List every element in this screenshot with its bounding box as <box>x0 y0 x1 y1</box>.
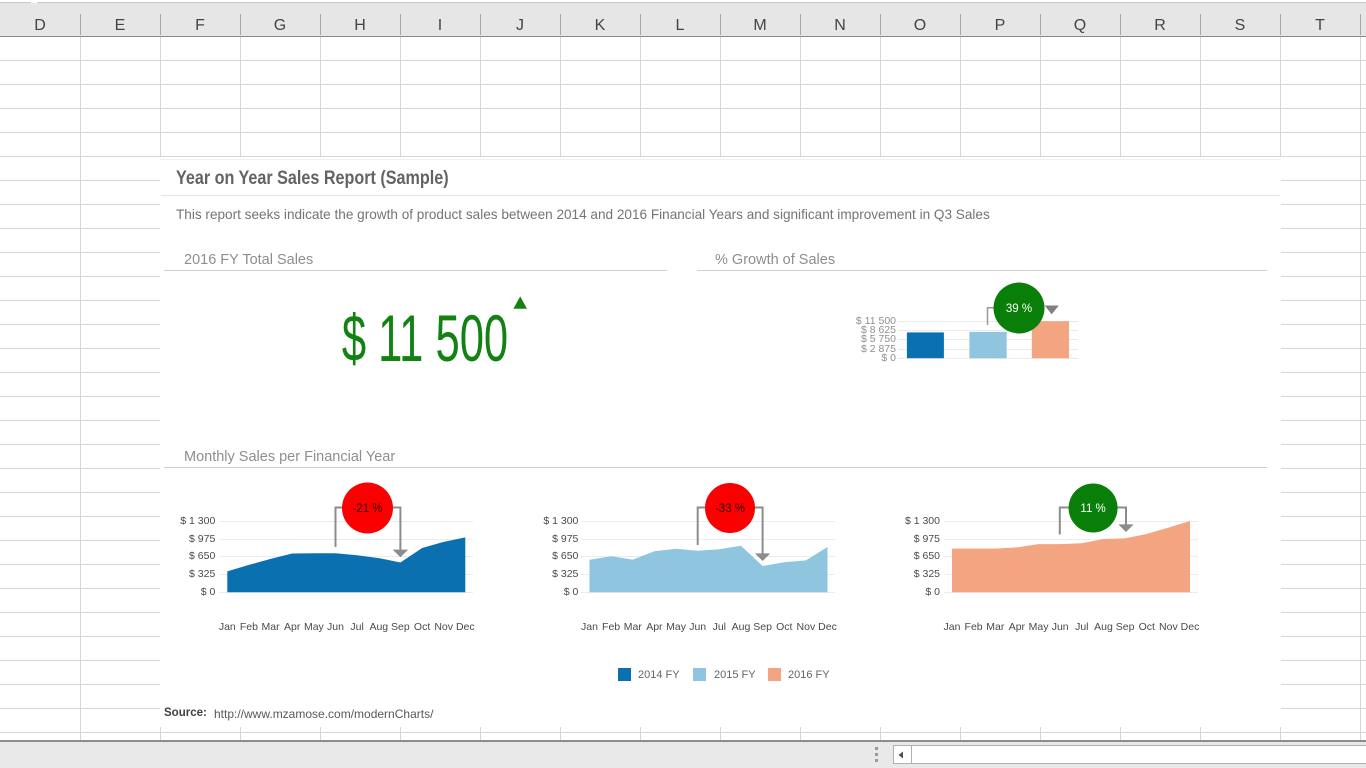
svg-text:39 %: 39 % <box>1006 303 1032 315</box>
svg-text:-21 %: -21 % <box>352 503 382 515</box>
svg-text:11 %: 11 % <box>1080 503 1105 515</box>
svg-text:-33 %: -33 % <box>715 503 745 515</box>
